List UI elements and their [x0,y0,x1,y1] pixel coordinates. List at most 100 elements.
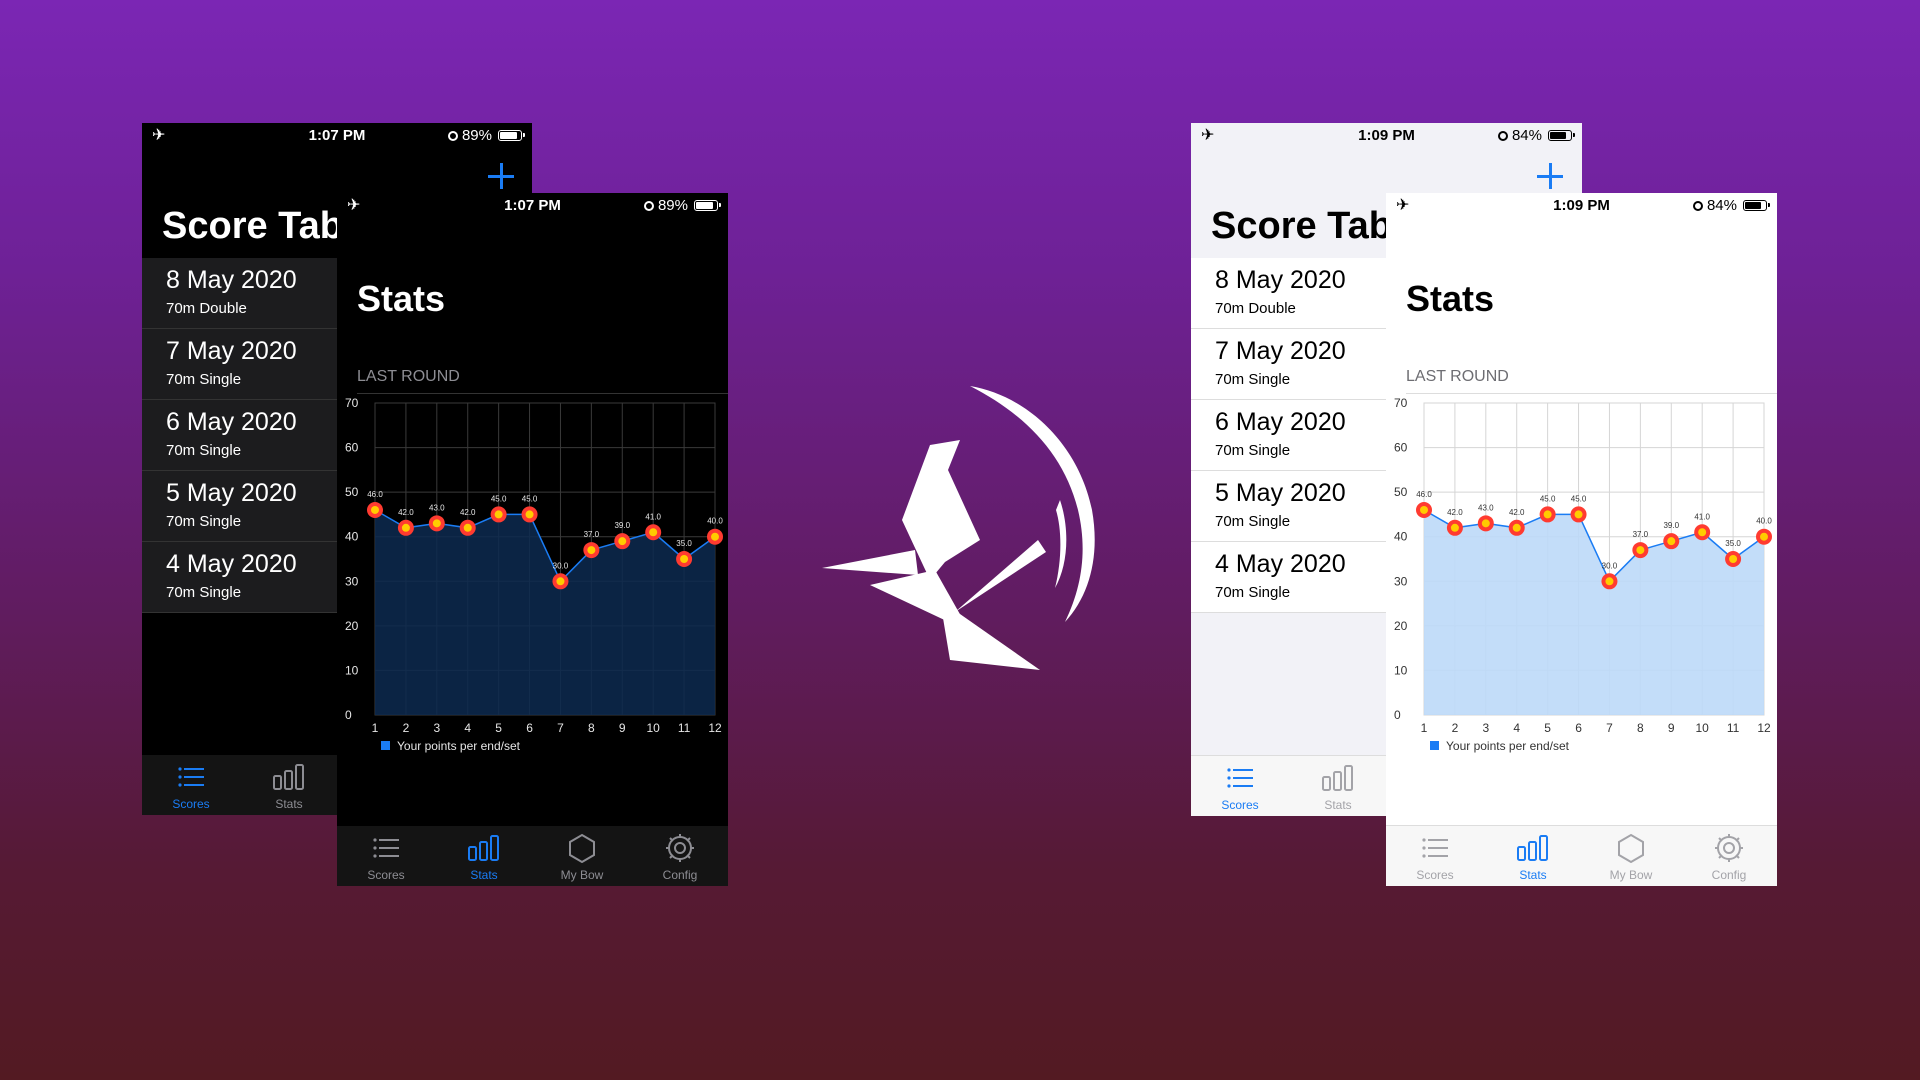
page-title: Score Tabl [1211,205,1403,247]
list-item[interactable]: 7 May 2020 70m Single [1191,329,1386,400]
list-item[interactable]: 4 May 2020 70m Single [142,542,337,613]
score-list: 8 May 2020 70m Double 7 May 2020 70m Singl… [1191,258,1386,613]
data-label: 45.0 [491,494,507,503]
x-tick-label: 9 [1668,721,1675,735]
x-tick-label: 3 [1482,721,1489,735]
tab-bar: Scores Stats My Bow Config [1386,825,1777,886]
status-bar: ✈ 1:09 PM 84% [1191,123,1582,147]
list-item[interactable]: 7 May 2020 70m Single [142,329,337,400]
x-tick-label: 7 [557,721,564,735]
app-logo [822,386,1095,670]
gear-icon [1680,834,1777,862]
y-tick-label: 40 [345,530,359,544]
page-title: Stats [1406,278,1495,319]
status-bar: ✈ 1:07 PM 89% [142,123,532,147]
tab-scores[interactable]: Scores [142,755,240,815]
tab-stats[interactable]: Stats [240,755,338,815]
list-item[interactable]: 4 May 2020 70m Single [1191,542,1386,613]
tab-scores[interactable]: Scores [337,826,435,886]
tab-label: Scores [367,868,405,882]
data-label: 42.0 [460,508,476,517]
row-sub: 70m Single [1215,584,1291,601]
tab-label: My Bow [560,868,604,882]
page-title: Score Tabl [162,205,354,247]
battery-icon [694,200,721,211]
y-tick-label: 10 [345,663,359,677]
data-label: 30.0 [1602,561,1618,570]
row-sub: 70m Single [1215,442,1291,459]
orientation-lock-icon [1497,130,1508,141]
data-label: 35.0 [676,539,692,548]
tab-stats[interactable]: Stats [1289,756,1387,816]
data-point-center [618,537,627,546]
row-sub: 70m Single [1215,513,1291,530]
list-item[interactable]: 8 May 2020 70m Double [142,258,337,329]
light-stats-screen: ✈ 1:09 PM 84% Stats LAST ROUND 0 10 20 30 40… [1386,193,1777,886]
y-tick-label: 60 [1394,441,1408,455]
orientation-lock-icon [447,130,458,141]
bar-chart-icon [1484,834,1582,862]
tab-config[interactable]: Config [1680,826,1777,886]
dark-stats-screen: ✈ 1:07 PM 89% Stats LAST ROUND 0 10 20 30 40… [337,193,728,886]
data-label: 40.0 [1756,517,1772,526]
row-date: 5 May 2020 [1215,479,1346,507]
y-tick-label: 0 [1394,708,1401,722]
data-point-center [371,505,379,514]
data-point-center [649,528,658,537]
data-point-center [1605,577,1614,586]
data-point-center [463,523,472,532]
list-item[interactable]: 5 May 2020 70m Single [1191,471,1386,542]
orientation-lock-icon [643,200,654,211]
data-label: 42.0 [1509,508,1525,517]
tab-stats[interactable]: Stats [435,826,533,886]
tab-scores[interactable]: Scores [1386,826,1484,886]
data-point-center [1481,519,1490,528]
battery-icon [1548,130,1575,141]
data-label: 37.0 [1633,530,1649,539]
row-date: 4 May 2020 [1215,550,1346,578]
tab-my-bow[interactable]: My Bow [533,826,631,886]
x-tick-label: 8 [588,721,595,735]
list-icon [142,763,240,791]
y-tick-label: 30 [345,574,359,588]
row-sub: 70m Double [1215,300,1296,317]
data-point-center [432,519,441,528]
battery-percent: 89% [657,197,688,214]
data-point-center [1420,505,1428,514]
data-label: 40.0 [707,517,723,526]
data-label: 35.0 [1725,539,1741,548]
x-tick-label: 10 [1696,721,1710,735]
data-label: 42.0 [1447,508,1463,517]
page-title: Stats [357,278,446,319]
legend-label: Your points per end/set [1446,739,1570,753]
status-bar: ✈ 1:07 PM 89% [337,193,728,217]
x-tick-label: 2 [1452,721,1459,735]
list-item[interactable]: 6 May 2020 70m Single [142,400,337,471]
legend-label: Your points per end/set [397,739,521,753]
tab-my-bow[interactable]: My Bow [1582,826,1680,886]
tab-scores[interactable]: Scores [1191,756,1289,816]
x-tick-label: 12 [1757,721,1771,735]
row-sub: 70m Single [166,371,242,388]
hexagon-icon [533,833,631,863]
data-label: 45.0 [1540,494,1556,503]
row-date: 5 May 2020 [166,479,297,507]
section-header: LAST ROUND [357,368,460,385]
battery-percent: 84% [1511,127,1542,144]
tab-stats[interactable]: Stats [1484,826,1582,886]
list-item[interactable]: 8 May 2020 70m Double [1191,258,1386,329]
x-tick-label: 10 [647,721,661,735]
data-point-center [711,532,719,541]
tab-label: Scores [172,797,210,811]
y-tick-label: 30 [1394,574,1408,588]
battery-icon [498,130,525,141]
add-icon[interactable] [488,163,514,189]
tab-config[interactable]: Config [631,826,728,886]
x-tick-label: 5 [1544,721,1551,735]
add-icon[interactable] [1537,163,1563,189]
list-item[interactable]: 6 May 2020 70m Single [1191,400,1386,471]
list-item[interactable]: 5 May 2020 70m Single [142,471,337,542]
x-tick-label: 7 [1606,721,1613,735]
list-icon [1386,834,1484,862]
x-tick-label: 4 [1513,721,1520,735]
